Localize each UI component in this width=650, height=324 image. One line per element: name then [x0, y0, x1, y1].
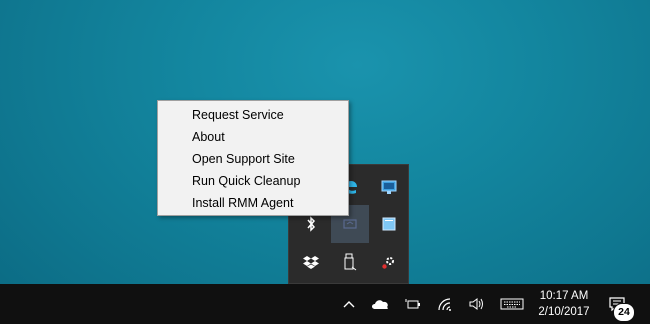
clock-time: 10:17 AM [539, 290, 589, 302]
clock-date: 2/10/2017 [538, 306, 590, 318]
notepad-icon[interactable] [370, 205, 408, 243]
settings-gear-icon[interactable] [370, 243, 408, 281]
notification-count-badge: 24 [613, 303, 635, 322]
menu-item-about[interactable]: About [158, 126, 348, 148]
battery-icon[interactable] [401, 284, 423, 324]
dropbox-icon[interactable] [292, 243, 330, 281]
usb-drive-icon[interactable] [331, 243, 369, 281]
wifi-icon[interactable] [434, 284, 456, 324]
tray-context-menu: Request Service About Open Support Site … [157, 100, 349, 216]
menu-item-run-quick-cleanup[interactable]: Run Quick Cleanup [158, 170, 348, 192]
onedrive-icon[interactable] [368, 284, 392, 324]
taskbar: 10:17 AM 2/10/2017 [0, 284, 650, 324]
menu-item-open-support-site[interactable]: Open Support Site [158, 148, 348, 170]
network-monitor-icon[interactable] [370, 168, 408, 206]
keyboard-icon[interactable] [498, 284, 526, 324]
taskbar-clock[interactable]: 10:17 AM 2/10/2017 [532, 288, 596, 320]
menu-item-install-rmm-agent[interactable]: Install RMM Agent [158, 192, 348, 214]
chevron-up-icon[interactable] [338, 284, 360, 324]
volume-icon[interactable] [466, 284, 488, 324]
menu-item-request-service[interactable]: Request Service [158, 104, 348, 126]
